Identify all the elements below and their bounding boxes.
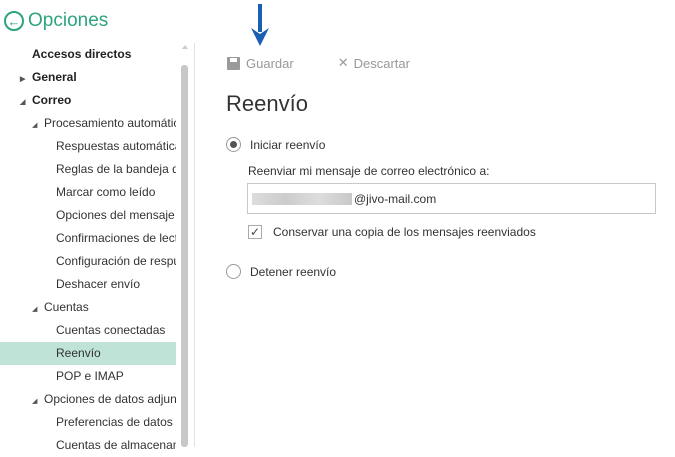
nav-item[interactable]: POP e IMAP	[0, 365, 176, 388]
nav-item[interactable]: Cuentas conectadas	[0, 319, 176, 342]
page-header: ← Opciones	[4, 10, 108, 32]
nav-item-label: Reenvío	[56, 346, 101, 360]
scroll-up-icon[interactable]	[182, 45, 188, 49]
nav-item-label: Confirmaciones de lect	[56, 231, 176, 245]
expanded-triangle-icon[interactable]: ◢	[32, 114, 44, 135]
forward-to-label: Reenviar mi mensaje de correo electrónic…	[248, 164, 490, 178]
nav-item[interactable]: Opciones del mensaje	[0, 204, 176, 227]
keep-copy-checkbox[interactable]: ✓ Conservar una copia de los mensajes ree…	[248, 225, 536, 239]
nav-item[interactable]: Confirmaciones de lect	[0, 227, 176, 250]
nav-item-label: Opciones del mensaje	[56, 208, 175, 222]
email-value: @jivo-mail.com	[354, 191, 437, 206]
toolbar: Guardar ✕ Descartar	[227, 55, 454, 71]
save-label: Guardar	[246, 55, 294, 71]
close-icon: ✕	[337, 55, 349, 70]
forward-email-input[interactable]: @jivo-mail.com	[247, 183, 656, 214]
nav-item[interactable]: Preferencias de datos a	[0, 411, 176, 434]
nav-item-label: Cuentas	[44, 300, 89, 314]
checkmark-icon: ✓	[248, 225, 262, 239]
scrollbar-thumb[interactable]	[181, 65, 188, 447]
nav-item-label: Marcar como leído	[56, 185, 156, 199]
nav-item-label: Correo	[32, 93, 72, 107]
expanded-triangle-icon[interactable]: ◢	[32, 390, 44, 411]
nav-item[interactable]: ◢ Procesamiento automátic	[0, 112, 176, 135]
nav-scrollbar[interactable]	[180, 43, 190, 447]
collapsed-triangle-icon[interactable]: ▶	[20, 68, 32, 89]
nav-item-label: Reglas de la bandeja de	[56, 162, 176, 176]
keep-copy-label: Conservar una copia de los mensajes reen…	[273, 225, 536, 239]
redacted-text	[252, 192, 352, 205]
nav-item[interactable]: Cuentas de almacenami	[0, 434, 176, 457]
discard-button[interactable]: ✕ Descartar	[338, 55, 410, 71]
radio-unselected-icon	[226, 264, 241, 279]
nav-item-label: Cuentas de almacenami	[56, 438, 176, 452]
nav-item[interactable]: Marcar como leído	[0, 181, 176, 204]
nav-item[interactable]: Reglas de la bandeja de	[0, 158, 176, 181]
nav-item[interactable]: ▶ General	[0, 66, 176, 89]
nav-item-label: Configuración de respu	[56, 254, 176, 268]
save-icon	[227, 56, 240, 70]
nav-item[interactable]: Accesos directos	[0, 43, 176, 66]
nav-item[interactable]: ◢ Opciones de datos adjun	[0, 388, 176, 411]
nav-item-label: Respuestas automática	[56, 139, 176, 153]
expanded-triangle-icon[interactable]: ◢	[20, 91, 32, 112]
section-title: Reenvío	[226, 91, 308, 116]
nav-item-label: Cuentas conectadas	[56, 323, 166, 337]
divider	[194, 43, 195, 447]
nav-item[interactable]: Deshacer envío	[0, 273, 176, 296]
nav-item-label: Procesamiento automátic	[44, 116, 176, 130]
nav-item[interactable]: ◢ Cuentas	[0, 296, 176, 319]
stop-forwarding-radio[interactable]: Detener reenvío	[226, 264, 336, 279]
stop-forwarding-label: Detener reenvío	[250, 264, 337, 279]
start-forwarding-label: Iniciar reenvío	[250, 137, 326, 152]
radio-selected-icon	[226, 137, 241, 152]
nav-item[interactable]: Reenvío	[0, 342, 176, 365]
nav-item-label: General	[32, 70, 77, 84]
nav-item-label: Opciones de datos adjun	[44, 392, 176, 406]
nav-item-label: POP e IMAP	[56, 369, 124, 383]
page-title: Opciones	[28, 10, 109, 31]
nav-item[interactable]: Configuración de respu	[0, 250, 176, 273]
nav-item-label: Deshacer envío	[56, 277, 141, 291]
annotation-arrow-icon	[251, 4, 269, 46]
discard-label: Descartar	[353, 55, 410, 71]
nav-item[interactable]: Respuestas automática	[0, 135, 176, 158]
expanded-triangle-icon[interactable]: ◢	[32, 298, 44, 319]
back-arrow-icon[interactable]: ←	[4, 11, 24, 31]
nav-item[interactable]: ◢ Correo	[0, 89, 176, 112]
start-forwarding-radio[interactable]: Iniciar reenvío	[226, 137, 325, 152]
options-nav: Accesos directos ▶ General ◢ Correo ◢ Procesam…	[0, 43, 176, 457]
save-button[interactable]: Guardar	[227, 55, 294, 71]
nav-item-label: Accesos directos	[32, 47, 132, 61]
nav-item-label: Preferencias de datos a	[56, 415, 176, 429]
